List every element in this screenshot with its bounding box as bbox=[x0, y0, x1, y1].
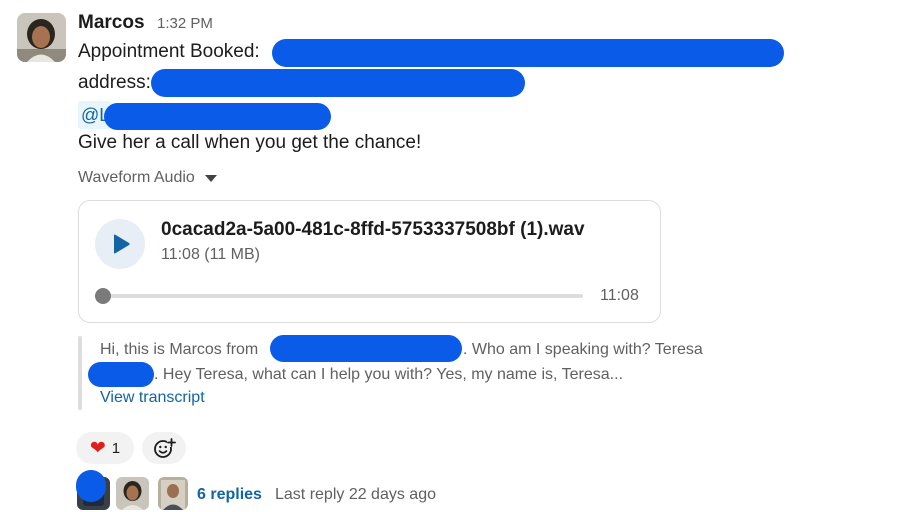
reply-avatar-3[interactable] bbox=[158, 477, 188, 510]
message-line-call: Give her a call when you get the chance! bbox=[78, 132, 422, 153]
play-button[interactable] bbox=[95, 219, 145, 269]
thread-replies-link[interactable]: 6 replies bbox=[197, 486, 262, 504]
audio-attachment-card[interactable]: 0cacad2a-5a00-481c-8ffd-5753337508bf (1)… bbox=[78, 200, 661, 323]
audio-duration: 11:08 bbox=[600, 287, 639, 304]
author-name[interactable]: Marcos bbox=[78, 12, 145, 34]
transcript-quote-bar bbox=[78, 336, 82, 410]
heart-reaction[interactable]: ❤ 1 bbox=[76, 432, 134, 464]
transcript-part-3: . Hey Teresa, what can I help you with? … bbox=[154, 366, 623, 383]
redaction-address bbox=[151, 69, 525, 97]
message-line-address: address: bbox=[78, 72, 151, 93]
redaction-mention bbox=[104, 103, 331, 130]
attachment-toggle[interactable]: Waveform Audio bbox=[78, 169, 217, 187]
message-timestamp[interactable]: 1:32 PM bbox=[157, 15, 213, 32]
add-reaction-button[interactable] bbox=[142, 432, 186, 464]
message-line-appointment: Appointment Booked: bbox=[78, 41, 260, 62]
add-emoji-icon bbox=[154, 438, 176, 458]
redaction-reply-avatar bbox=[76, 470, 106, 502]
attachment-section-label: Waveform Audio bbox=[78, 169, 195, 186]
redaction-transcript-name bbox=[88, 362, 154, 387]
view-transcript-link[interactable]: View transcript bbox=[100, 389, 205, 407]
play-icon bbox=[114, 234, 130, 254]
heart-reaction-count: 1 bbox=[111, 439, 121, 457]
redaction-appointment bbox=[272, 39, 784, 67]
audio-progress-track[interactable] bbox=[95, 288, 583, 304]
transcript-part-1: Hi, this is Marcos from bbox=[100, 341, 259, 358]
audio-filename[interactable]: 0cacad2a-5a00-481c-8ffd-5753337508bf (1)… bbox=[161, 219, 585, 241]
redaction-transcript-company bbox=[270, 335, 462, 362]
audio-file-meta: 11:08 (11 MB) bbox=[161, 246, 261, 263]
reply-avatar-2[interactable] bbox=[116, 477, 149, 510]
transcript-part-2: . Who am I speaking with? Teresa bbox=[463, 341, 703, 358]
thread-last-reply: Last reply 22 days ago bbox=[275, 486, 436, 503]
author-avatar[interactable] bbox=[17, 13, 66, 62]
heart-icon: ❤ bbox=[89, 436, 106, 459]
audio-progress-handle[interactable] bbox=[95, 288, 111, 304]
caret-down-icon bbox=[204, 174, 217, 182]
